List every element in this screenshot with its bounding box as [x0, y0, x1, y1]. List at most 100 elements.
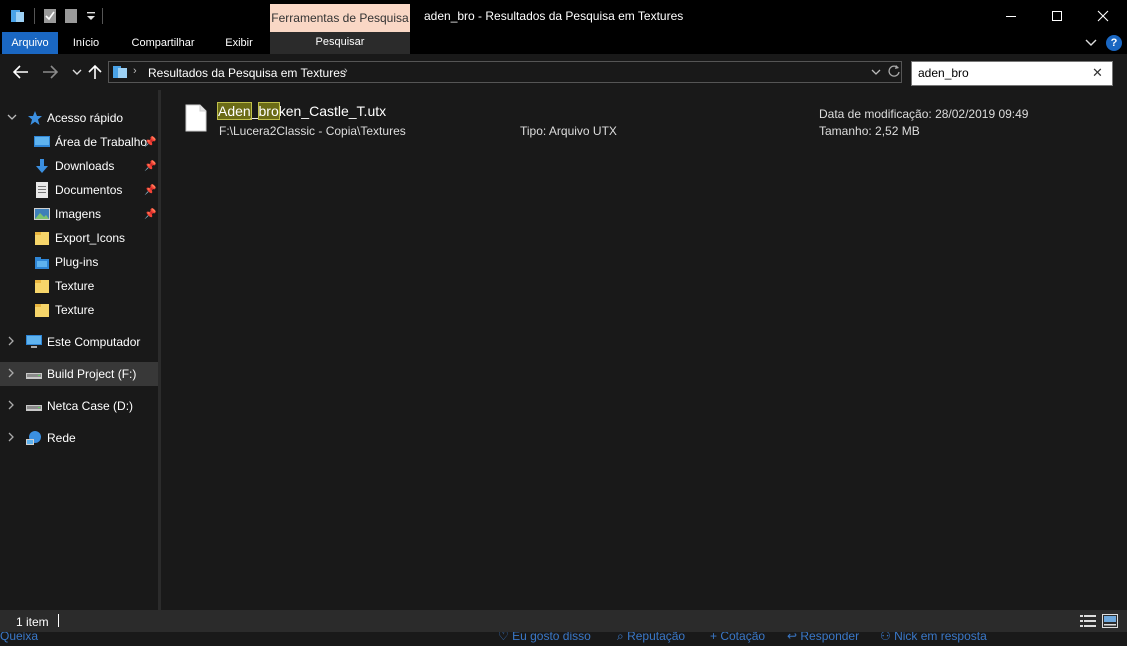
address-dropdown-icon[interactable] — [869, 65, 883, 79]
sidebar-item-label: Documentos — [55, 183, 123, 197]
tab-arquivo[interactable]: Arquivo — [2, 32, 58, 54]
search-input[interactable]: aden_bro ✕ — [911, 61, 1113, 86]
like-link[interactable]: ♡ Eu gosto disso — [498, 632, 591, 643]
like-icon: ♡ — [498, 632, 513, 643]
tab-inicio[interactable]: Início — [62, 32, 110, 54]
sidebar-item-label: Build Project (F:) — [47, 367, 137, 381]
download-icon — [34, 158, 50, 174]
drive-icon — [26, 398, 42, 414]
report-link[interactable]: Queixa — [0, 632, 38, 643]
expand-chevron-icon[interactable] — [7, 400, 17, 413]
refresh-icon[interactable] — [887, 64, 901, 80]
user-icon: ⚇ — [880, 632, 895, 643]
sidebar-item-texture[interactable]: Texture — [0, 274, 158, 298]
pin-icon: 📌 — [144, 160, 157, 172]
folder-icon[interactable] — [10, 7, 26, 25]
maximize-icon[interactable] — [1034, 0, 1080, 32]
sidebar-item-texture[interactable]: Texture — [0, 298, 158, 322]
sidebar-item-plug-ins[interactable]: Plug-ins — [0, 250, 158, 274]
reply-label: Responder — [800, 632, 860, 643]
sidebar-item-export-icons[interactable]: Export_Icons — [0, 226, 158, 250]
document-icon — [34, 182, 50, 198]
window-title: aden_bro - Resultados da Pesquisa em Tex… — [424, 9, 684, 23]
sidebar-item-label: Texture — [55, 279, 95, 293]
navigation-bar: › Resultados da Pesquisa em Textures › a… — [0, 54, 1127, 90]
file-name-separator: _ — [250, 103, 259, 119]
expand-chevron-icon[interactable] — [7, 368, 17, 381]
clear-search-icon[interactable]: ✕ — [1092, 65, 1103, 81]
folder-icon — [34, 278, 50, 294]
plugin-folder-icon — [34, 254, 50, 270]
sidebar-item-rede[interactable]: Rede — [0, 426, 158, 450]
tab-exibir[interactable]: Exibir — [214, 32, 264, 54]
sidebar-item-downloads[interactable]: Downloads 📌 — [0, 154, 158, 178]
customize-dropdown-icon[interactable] — [85, 7, 97, 25]
large-icons-view-icon[interactable] — [1102, 614, 1118, 628]
back-arrow-icon[interactable] — [12, 63, 30, 81]
close-icon[interactable] — [1080, 0, 1126, 32]
expand-ribbon-chevron-icon[interactable] — [1084, 36, 1098, 50]
sidebar-item-label: Este Computador — [47, 335, 141, 349]
file-path: F:\Lucera2Classic - Copia\Textures — [219, 124, 406, 138]
breadcrumb-chevron-icon[interactable]: › — [344, 65, 348, 77]
desktop-icon — [34, 134, 50, 150]
search-match-highlight: Aden — [217, 102, 252, 120]
recent-locations-chevron-icon[interactable] — [68, 63, 86, 81]
nick-reply-link[interactable]: ⚇ Nick em resposta — [880, 632, 987, 643]
up-arrow-icon[interactable] — [86, 63, 104, 81]
sidebar-item-label: Plug-ins — [55, 255, 99, 269]
sidebar-item-netca-case[interactable]: Netca Case (D:) — [0, 394, 158, 418]
sidebar-item-label: Export_Icons — [55, 231, 126, 245]
reply-link[interactable]: ↩ Responder — [787, 632, 859, 643]
sidebar-item-label: Netca Case (D:) — [47, 399, 134, 413]
pin-icon: 📌 — [144, 184, 157, 196]
breadcrumb-chevron-icon[interactable]: › — [133, 65, 137, 77]
search-icon: ⌕ — [617, 632, 628, 643]
search-value[interactable]: aden_bro — [918, 66, 969, 80]
image-icon — [34, 206, 50, 222]
help-icon[interactable]: ? — [1106, 35, 1122, 51]
network-icon — [26, 430, 42, 446]
reputation-link[interactable]: ⌕ Reputação — [617, 632, 685, 644]
minimize-icon[interactable] — [988, 0, 1034, 32]
address-bar[interactable]: › Resultados da Pesquisa em Textures › — [108, 61, 902, 83]
sidebar-item-documentos[interactable]: Documentos 📌 — [0, 178, 158, 202]
collapse-chevron-icon[interactable] — [7, 113, 17, 124]
drive-icon — [26, 366, 42, 382]
like-label: Eu gosto disso — [512, 632, 591, 643]
item-count: 1 item — [16, 615, 49, 629]
folder-icon — [34, 230, 50, 246]
expand-chevron-icon[interactable] — [7, 432, 17, 445]
status-bar: 1 item — [0, 610, 1127, 632]
sidebar-item-area-de-trabalho[interactable]: Área de Trabalho 📌 — [0, 130, 158, 154]
quote-link[interactable]: + Cotação — [710, 632, 765, 643]
file-icon — [185, 104, 207, 132]
properties-icon[interactable] — [43, 7, 57, 25]
sidebar-item-label: Imagens — [55, 207, 102, 221]
forum-action-strip: Queixa ♡ Eu gosto disso ⌕ Reputação + Co… — [0, 632, 1127, 646]
search-match-highlight: bro — [257, 102, 280, 120]
tab-compartilhar[interactable]: Compartilhar — [118, 32, 208, 54]
sidebar-item-quick-access[interactable]: Acesso rápido — [0, 106, 158, 130]
breadcrumb[interactable]: Resultados da Pesquisa em Textures — [148, 66, 346, 80]
pin-icon: 📌 — [144, 136, 157, 148]
sidebar-item-label: Rede — [47, 431, 76, 445]
nick-reply-label: Nick em resposta — [894, 632, 987, 643]
details-view-icon[interactable] — [1080, 614, 1096, 628]
sidebar-item-imagens[interactable]: Imagens 📌 — [0, 202, 158, 226]
new-folder-icon[interactable] — [64, 7, 78, 25]
star-icon — [27, 110, 43, 126]
reputation-label: Reputação — [627, 632, 686, 643]
sidebar-item-label: Área de Trabalho — [55, 135, 148, 149]
sidebar-item-build-project[interactable]: Build Project (F:) — [0, 362, 158, 386]
expand-chevron-icon[interactable] — [7, 336, 17, 349]
folder-icon — [34, 302, 50, 318]
sidebar-item-label: Acesso rápido — [47, 111, 124, 125]
file-modified-date: Data de modificação: 28/02/2019 09:49 — [819, 107, 1029, 121]
forward-arrow-icon[interactable] — [41, 63, 59, 81]
tab-pesquisar[interactable]: Pesquisar — [270, 32, 410, 54]
sidebar-item-este-computador[interactable]: Este Computador — [0, 330, 158, 354]
file-name[interactable]: Aden_broken_Castle_T.utx — [217, 102, 386, 120]
sidebar-item-label: Downloads — [55, 159, 115, 173]
search-results-pane: Aden_broken_Castle_T.utx F:\Lucera2Class… — [161, 90, 1127, 610]
